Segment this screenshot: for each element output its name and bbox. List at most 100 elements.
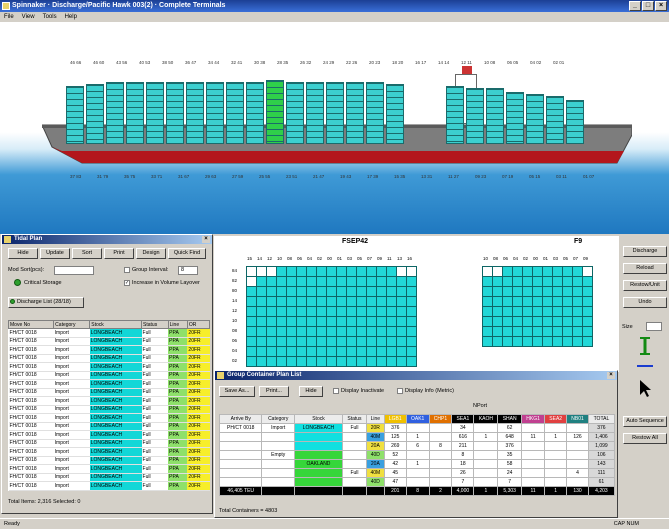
close-icon[interactable]: ×: [202, 236, 210, 243]
horizontal-arrow-icon[interactable]: [635, 360, 655, 372]
right-hold-grid[interactable]: [482, 266, 593, 347]
container-slot[interactable]: [583, 297, 592, 306]
container-slot[interactable]: [257, 337, 266, 346]
container-slot[interactable]: [483, 327, 492, 336]
container-slot[interactable]: [513, 287, 522, 296]
column-header[interactable]: KAOH: [473, 414, 499, 424]
container-slot[interactable]: [407, 297, 416, 306]
container-slot[interactable]: [257, 357, 266, 366]
ship-bay[interactable]: [86, 84, 104, 144]
container-slot[interactable]: [377, 347, 386, 356]
container-slot[interactable]: [397, 337, 406, 346]
container-slot[interactable]: [553, 267, 562, 276]
ship-bay[interactable]: [526, 94, 544, 144]
undo-button[interactable]: Undo: [623, 297, 667, 308]
container-slot[interactable]: [287, 267, 296, 276]
container-slot[interactable]: [297, 327, 306, 336]
container-slot[interactable]: [583, 317, 592, 326]
container-slot[interactable]: [247, 297, 256, 306]
container-slot[interactable]: [573, 287, 582, 296]
container-slot[interactable]: [493, 307, 502, 316]
container-slot[interactable]: [543, 307, 552, 316]
container-slot[interactable]: [493, 287, 502, 296]
container-slot[interactable]: [247, 357, 256, 366]
container-slot[interactable]: [483, 307, 492, 316]
container-slot[interactable]: [317, 307, 326, 316]
container-slot[interactable]: [483, 317, 492, 326]
ship-bay[interactable]: [166, 82, 184, 144]
container-slot[interactable]: [523, 267, 532, 276]
container-slot[interactable]: [377, 297, 386, 306]
container-slot[interactable]: [483, 297, 492, 306]
container-slot[interactable]: [287, 327, 296, 336]
container-slot[interactable]: [317, 277, 326, 286]
container-slot[interactable]: [483, 277, 492, 286]
table-row[interactable]: FH/CT 0018 Import LONGBEACH Full PPA 20FR: [8, 354, 210, 363]
container-slot[interactable]: [297, 277, 306, 286]
ship-bay[interactable]: [506, 92, 524, 144]
container-slot[interactable]: [287, 317, 296, 326]
container-slot[interactable]: [553, 337, 562, 346]
container-slot[interactable]: [307, 287, 316, 296]
container-slot[interactable]: [347, 307, 356, 316]
size-input[interactable]: [646, 322, 662, 331]
container-slot[interactable]: [407, 287, 416, 296]
ship-bay[interactable]: [346, 82, 364, 144]
container-slot[interactable]: [493, 277, 502, 286]
container-slot[interactable]: [493, 317, 502, 326]
container-slot[interactable]: [267, 297, 276, 306]
container-slot[interactable]: [307, 337, 316, 346]
container-slot[interactable]: [533, 337, 542, 346]
container-slot[interactable]: [277, 277, 286, 286]
container-slot[interactable]: [337, 277, 346, 286]
menu-help[interactable]: Help: [65, 12, 77, 22]
container-slot[interactable]: [503, 337, 512, 346]
container-slot[interactable]: [387, 357, 396, 366]
table-row[interactable]: FH/CT 0018 Import LONGBEACH Full PPA 20FR: [8, 328, 210, 338]
table-row[interactable]: FH/CT 0018 Import LONGBEACH Full PPA 20FR: [8, 337, 210, 346]
container-slot[interactable]: [287, 297, 296, 306]
container-slot[interactable]: [533, 317, 542, 326]
table-row[interactable]: FH/CT 0018 Import LONGBEACH Full PPA 20FR: [8, 396, 210, 406]
container-slot[interactable]: [387, 267, 396, 276]
container-slot[interactable]: [397, 287, 406, 296]
container-slot[interactable]: [277, 317, 286, 326]
container-slot[interactable]: [247, 307, 256, 316]
container-slot[interactable]: [563, 287, 572, 296]
container-slot[interactable]: [327, 347, 336, 356]
container-slot[interactable]: [367, 307, 376, 316]
container-slot[interactable]: [367, 317, 376, 326]
container-slot[interactable]: [277, 347, 286, 356]
container-slot[interactable]: [407, 337, 416, 346]
container-slot[interactable]: [357, 307, 366, 316]
quick-find-button[interactable]: Quick Find: [168, 248, 206, 259]
container-slot[interactable]: [563, 307, 572, 316]
container-slot[interactable]: [357, 277, 366, 286]
ship-bay[interactable]: [566, 100, 584, 144]
table-row[interactable]: FH/CT 0018 Import LONGBEACH Full PPA 20FR: [8, 439, 210, 448]
table-row[interactable]: FH/CT 0018 Import LONGBEACH Full PPA 20FR: [8, 388, 210, 397]
container-slot[interactable]: [257, 297, 266, 306]
group-plan-table[interactable]: Arrive By Category Stock Status Line LGB1 OAK1…: [218, 414, 616, 496]
column-header[interactable]: HKG1: [520, 414, 546, 424]
container-slot[interactable]: [267, 337, 276, 346]
container-slot[interactable]: [257, 277, 266, 286]
display-inactivate-checkbox[interactable]: [333, 388, 339, 394]
container-slot[interactable]: [267, 277, 276, 286]
container-slot[interactable]: [503, 307, 512, 316]
ship-bay[interactable]: [106, 82, 124, 144]
bay-plan-view[interactable]: FSEP42 F9 15 14 12 10 08 06 04 02 00 01 03 05 07 09 11…: [214, 236, 619, 372]
table-row[interactable]: FH/CT 0018 Import LONGBEACH Full PPA 20FR: [8, 447, 210, 457]
container-slot[interactable]: [247, 267, 256, 276]
container-slot[interactable]: [543, 297, 552, 306]
container-slot[interactable]: [357, 297, 366, 306]
container-slot[interactable]: [543, 327, 552, 336]
container-slot[interactable]: [377, 307, 386, 316]
container-slot[interactable]: [543, 287, 552, 296]
container-slot[interactable]: [397, 307, 406, 316]
container-slot[interactable]: [327, 337, 336, 346]
container-slot[interactable]: [247, 347, 256, 356]
container-slot[interactable]: [327, 267, 336, 276]
container-slot[interactable]: [387, 347, 396, 356]
container-slot[interactable]: [483, 337, 492, 346]
